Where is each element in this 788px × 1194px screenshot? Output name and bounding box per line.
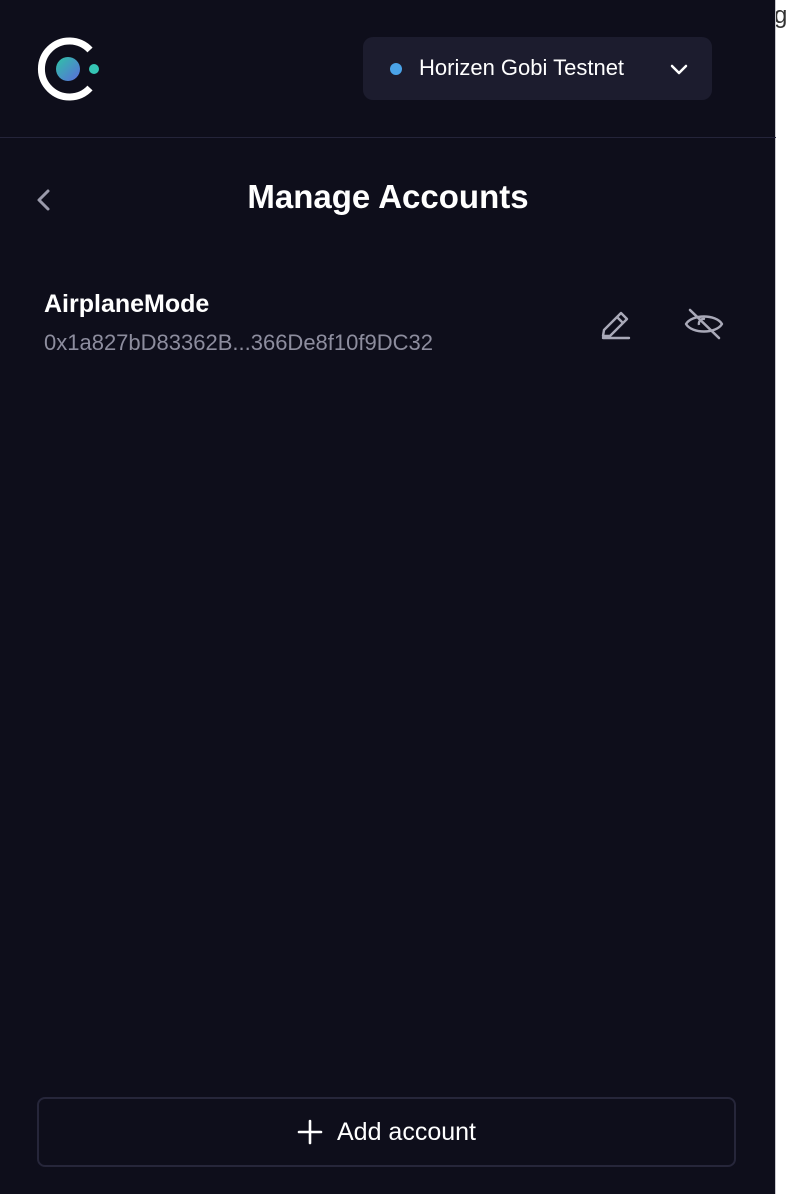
plus-icon (297, 1119, 323, 1145)
wallet-panel: Horizen Gobi Testnet Manage Accounts Air… (0, 0, 776, 1194)
account-name: AirplaneMode (44, 290, 210, 318)
add-account-button[interactable]: Add account (37, 1097, 736, 1167)
header: Horizen Gobi Testnet (0, 0, 776, 138)
network-selector[interactable]: Horizen Gobi Testnet (363, 37, 712, 100)
page-title: Manage Accounts (247, 178, 529, 215)
network-label: Horizen Gobi Testnet (419, 55, 625, 80)
pencil-icon[interactable] (596, 304, 636, 344)
celo-logo-icon[interactable] (34, 36, 104, 102)
add-account-label: Add account (337, 1117, 476, 1146)
clipped-background-text: g (774, 2, 788, 29)
network-status-dot (390, 63, 402, 75)
eye-off-icon[interactable] (682, 304, 726, 344)
account-address: 0x1a827bD83362B...366De8f10f9DC32 (44, 330, 433, 355)
account-row: AirplaneMode 0x1a827bD83362B...366De8f10… (44, 286, 734, 366)
page: g Horizen Gobi Testnet Manage Accounts A… (0, 0, 788, 1194)
chevron-down-icon (670, 64, 688, 75)
